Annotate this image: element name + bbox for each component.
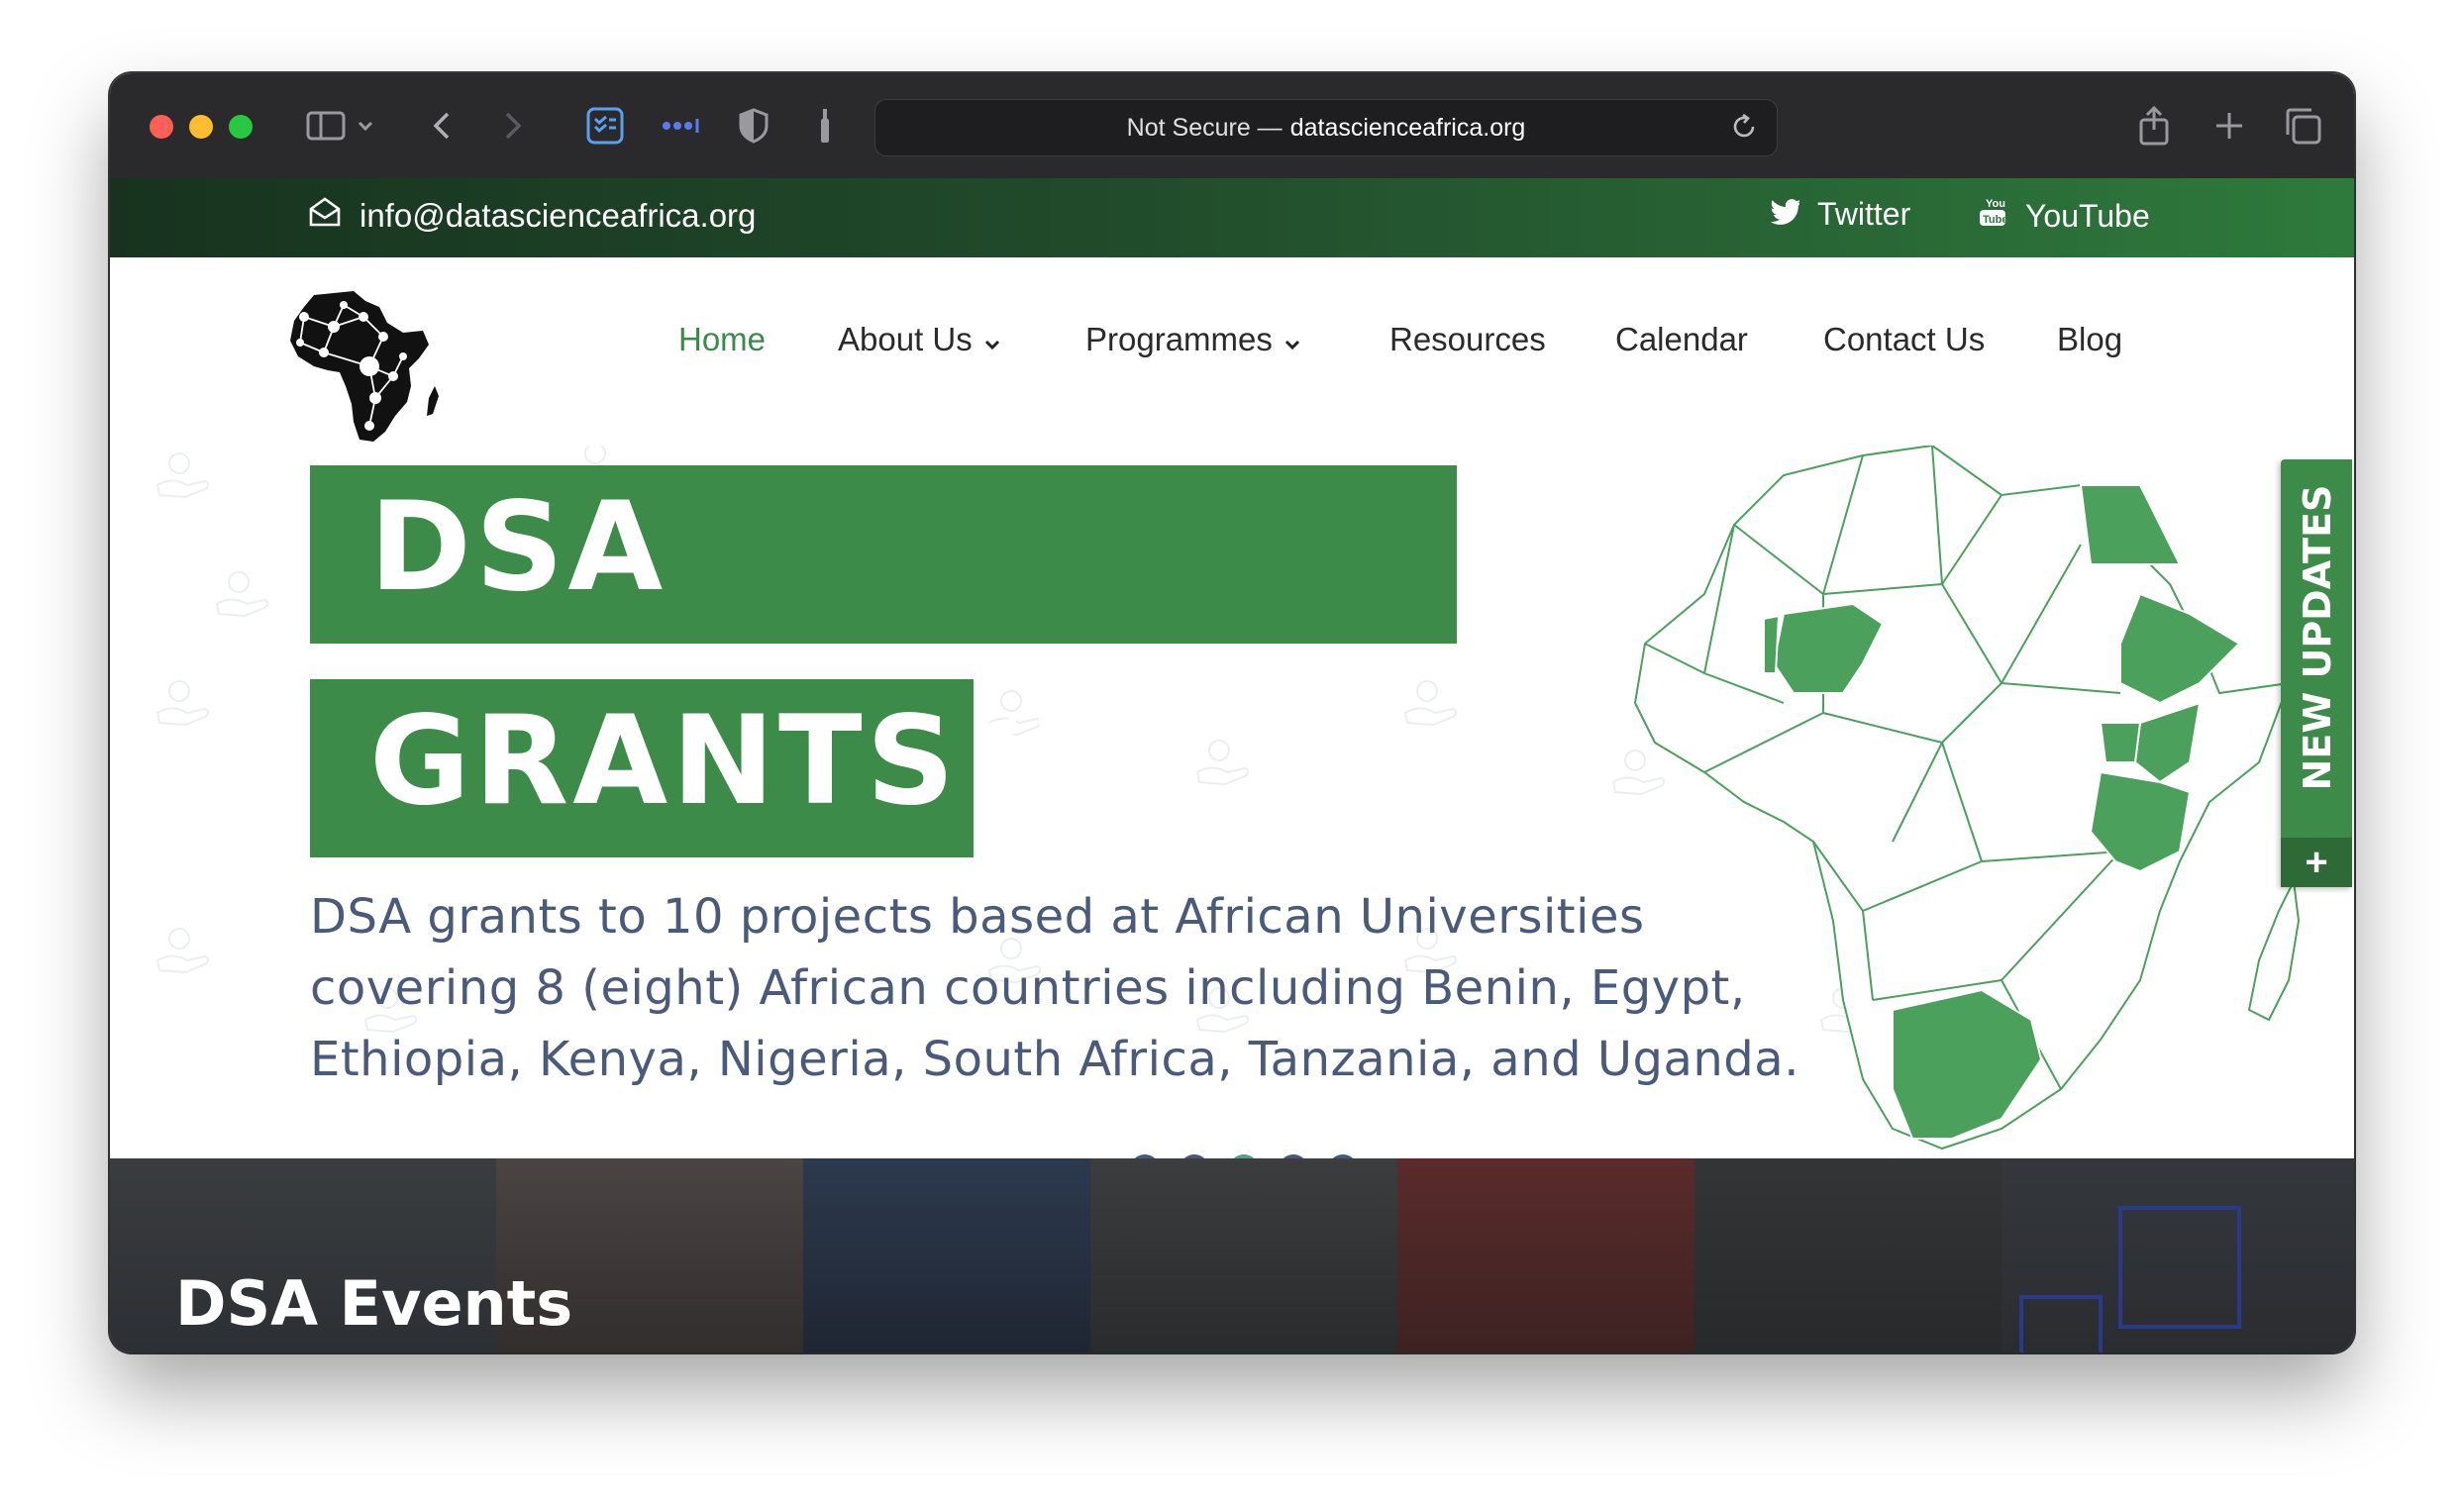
twitter-label: Twitter (1817, 196, 1911, 232)
events-section: DSA Events (110, 1158, 2354, 1352)
nav-contact-us[interactable]: Contact Us (1823, 321, 1985, 358)
bottle-extension-icon[interactable] (815, 103, 835, 149)
not-secure-label: Not Secure — (1126, 113, 1283, 142)
youtube-label: YouTube (2025, 197, 2150, 234)
slider-pagination (1090, 1133, 1378, 1158)
nav-home[interactable]: Home (678, 321, 766, 358)
youtube-icon: You Tube (1978, 196, 2007, 236)
back-icon[interactable] (427, 103, 457, 149)
nav-contact-us-label: Contact Us (1823, 321, 1986, 357)
nav-programmes-label: Programmes (1085, 321, 1273, 357)
events-title: DSA Events (175, 1267, 573, 1340)
africa-map (1633, 446, 2301, 1151)
sidebar-toggle-icon[interactable] (304, 103, 348, 149)
hero-title-line1: DSA RESEARCH (310, 465, 1457, 767)
address-bar[interactable]: Not Secure — datascienceafrica.org (874, 99, 1778, 156)
chevron-down-icon[interactable] (356, 103, 375, 149)
close-window-button[interactable] (150, 115, 173, 139)
browser-window: Not Secure — datascienceafrica.org info@… (110, 73, 2354, 1352)
shield-icon[interactable] (736, 103, 771, 149)
events-background-tile (1397, 1158, 1694, 1352)
tab-overview-icon[interactable] (2281, 103, 2324, 149)
hero-title-line2-text: GRANTS (369, 690, 959, 833)
envelope-icon (308, 196, 342, 236)
more-extension-icon[interactable] (659, 103, 702, 149)
youtube-link[interactable]: You Tube YouTube (1978, 196, 2150, 236)
nav-resources-label: Resources (1389, 321, 1546, 357)
hero-slider: DSA RESEARCH GRANTS DSA grants to 10 pro… (110, 446, 2354, 1158)
main-navigation: Home About Us Programmes Resources Calen… (110, 257, 2354, 446)
reader-extension-icon[interactable] (585, 103, 625, 149)
nav-calendar-label: Calendar (1615, 321, 1748, 357)
minimize-window-button[interactable] (189, 115, 213, 139)
hero-title-line2: GRANTS (310, 679, 974, 857)
nav-about-us[interactable]: About Us (838, 321, 1000, 358)
nav-home-label: Home (678, 321, 767, 357)
dsa-logo[interactable] (284, 287, 445, 450)
events-background-tile (803, 1158, 1090, 1352)
chevron-down-icon (1284, 321, 1300, 358)
nav-about-us-label: About Us (838, 321, 973, 357)
share-icon[interactable] (2134, 103, 2174, 149)
new-updates-tab[interactable]: NEW UPDATES + (2281, 459, 2352, 887)
url-host: datascienceafrica.org (1289, 113, 1526, 142)
svg-text:You: You (1986, 198, 2005, 210)
browser-toolbar: Not Secure — datascienceafrica.org (110, 73, 2354, 178)
email-text: info@datascienceafrica.org (359, 197, 757, 234)
new-updates-label: NEW UPDATES (2296, 484, 2339, 791)
zoom-window-button[interactable] (229, 115, 253, 139)
nav-blog-label: Blog (2057, 321, 2123, 357)
events-background-tile (1090, 1158, 1397, 1352)
nav-resources[interactable]: Resources (1389, 321, 1546, 358)
twitter-icon (1770, 196, 1801, 233)
svg-text:Tube: Tube (1983, 214, 2007, 226)
twitter-link[interactable]: Twitter (1770, 196, 1910, 233)
forward-icon[interactable] (498, 103, 528, 149)
contact-bar: info@datascienceafrica.org Twitter You Tu… (110, 178, 2354, 257)
decorative-squares (2019, 1206, 2241, 1352)
chevron-down-icon (984, 321, 1000, 358)
events-background-tile (2002, 1158, 2354, 1352)
nav-programmes[interactable]: Programmes (1085, 321, 1300, 358)
reload-icon[interactable] (1729, 112, 1759, 149)
nav-calendar[interactable]: Calendar (1615, 321, 1748, 358)
email-link[interactable]: info@datascienceafrica.org (308, 196, 756, 236)
nav-blog[interactable]: Blog (2057, 321, 2122, 358)
new-tab-icon[interactable] (2209, 103, 2249, 149)
plus-icon[interactable]: + (2281, 838, 2352, 887)
events-background-tile (1694, 1158, 2002, 1352)
